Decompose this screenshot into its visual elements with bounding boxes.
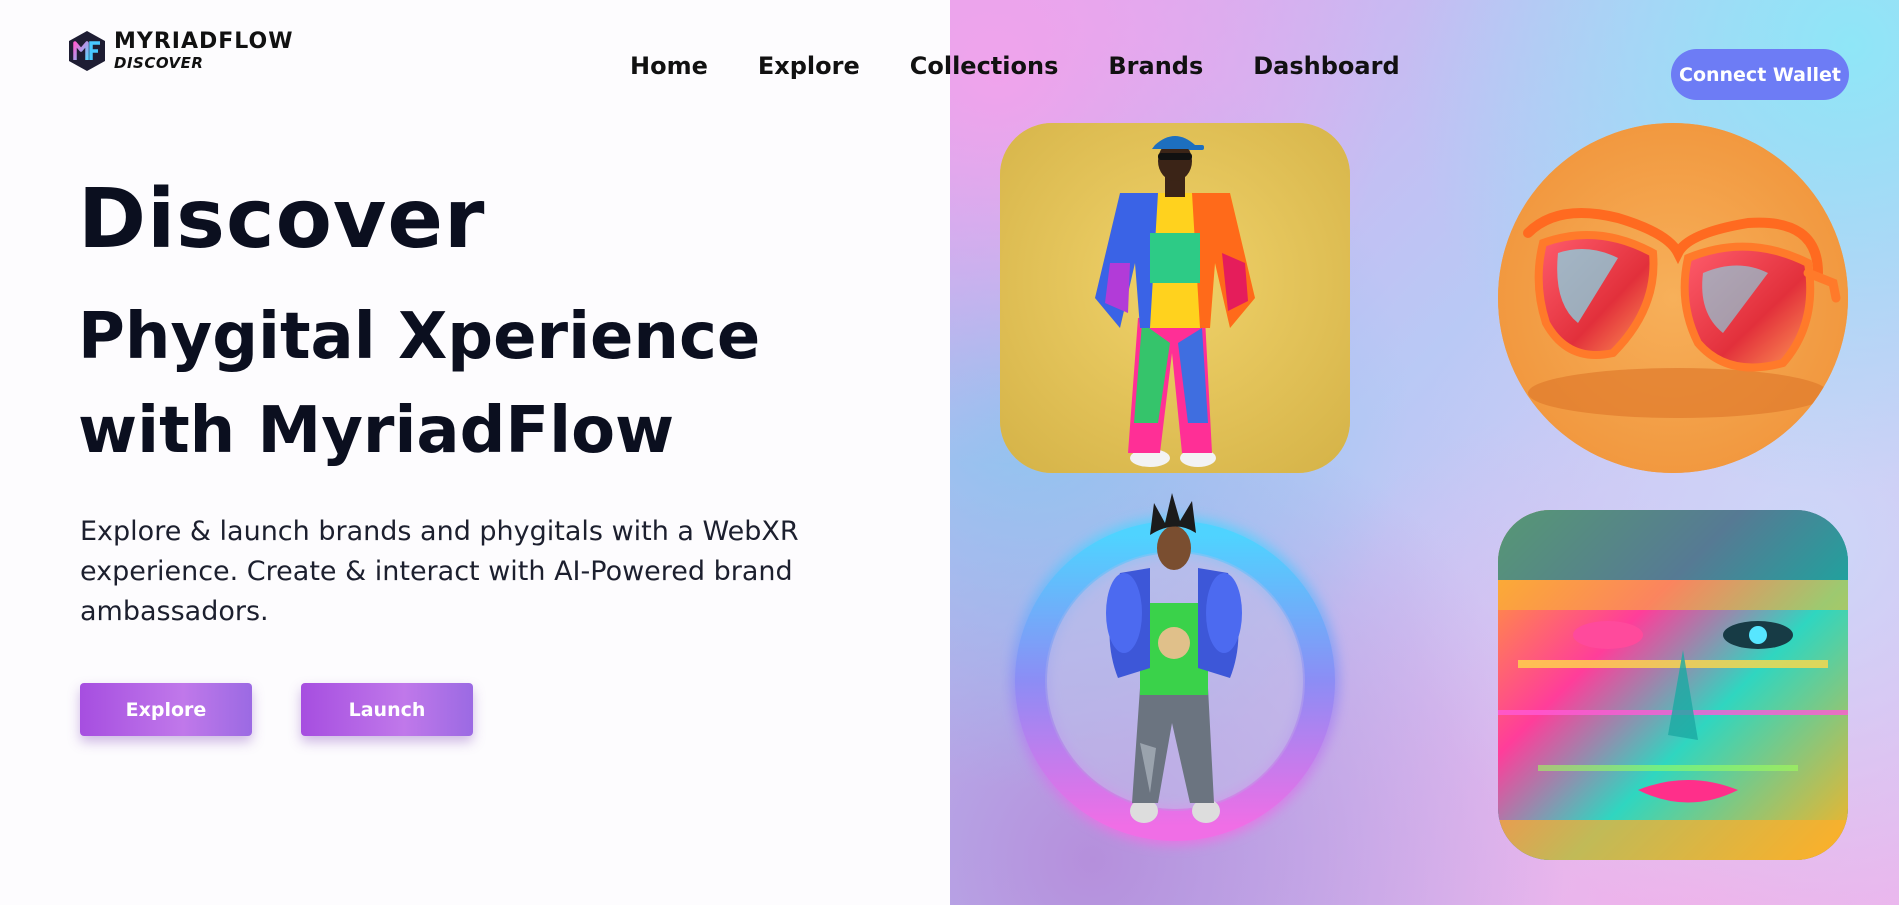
myriadflow-logo-icon xyxy=(69,31,105,71)
avatar-illustration xyxy=(1011,493,1339,845)
glitch-face-image xyxy=(1498,510,1848,860)
brand-name: MYRIADFLOW xyxy=(114,29,294,54)
brand-subtitle: DISCOVER xyxy=(114,54,204,72)
sunglasses-illustration xyxy=(1498,123,1848,473)
hero-description: Explore & launch brands and phygitals wi… xyxy=(80,516,799,627)
launch-button[interactable]: Launch xyxy=(301,683,473,736)
explore-button[interactable]: Explore xyxy=(80,683,252,736)
nav-link-collections[interactable]: Collections xyxy=(910,52,1059,80)
nav-link-explore[interactable]: Explore xyxy=(758,52,860,80)
avatar-image xyxy=(1000,493,1350,883)
brand-logo[interactable]: MYRIADFLOW DISCOVER xyxy=(68,30,293,72)
fashion-model-illustration xyxy=(1000,123,1350,473)
connect-wallet-button[interactable]: Connect Wallet xyxy=(1671,49,1849,100)
nav-link-dashboard[interactable]: Dashboard xyxy=(1253,52,1399,80)
nav-link-home[interactable]: Home xyxy=(630,52,708,80)
main-navigation: Home Explore Collections Brands Dashboar… xyxy=(630,52,1400,80)
sunglasses-image xyxy=(1498,123,1848,473)
hero-subtitle: Phygital Xperience with MyriadFlow xyxy=(78,300,761,468)
fashion-model-image xyxy=(1000,123,1350,473)
glitch-face-illustration xyxy=(1498,510,1848,860)
nav-link-brands[interactable]: Brands xyxy=(1108,52,1203,80)
hero-title: Discover xyxy=(78,172,486,267)
